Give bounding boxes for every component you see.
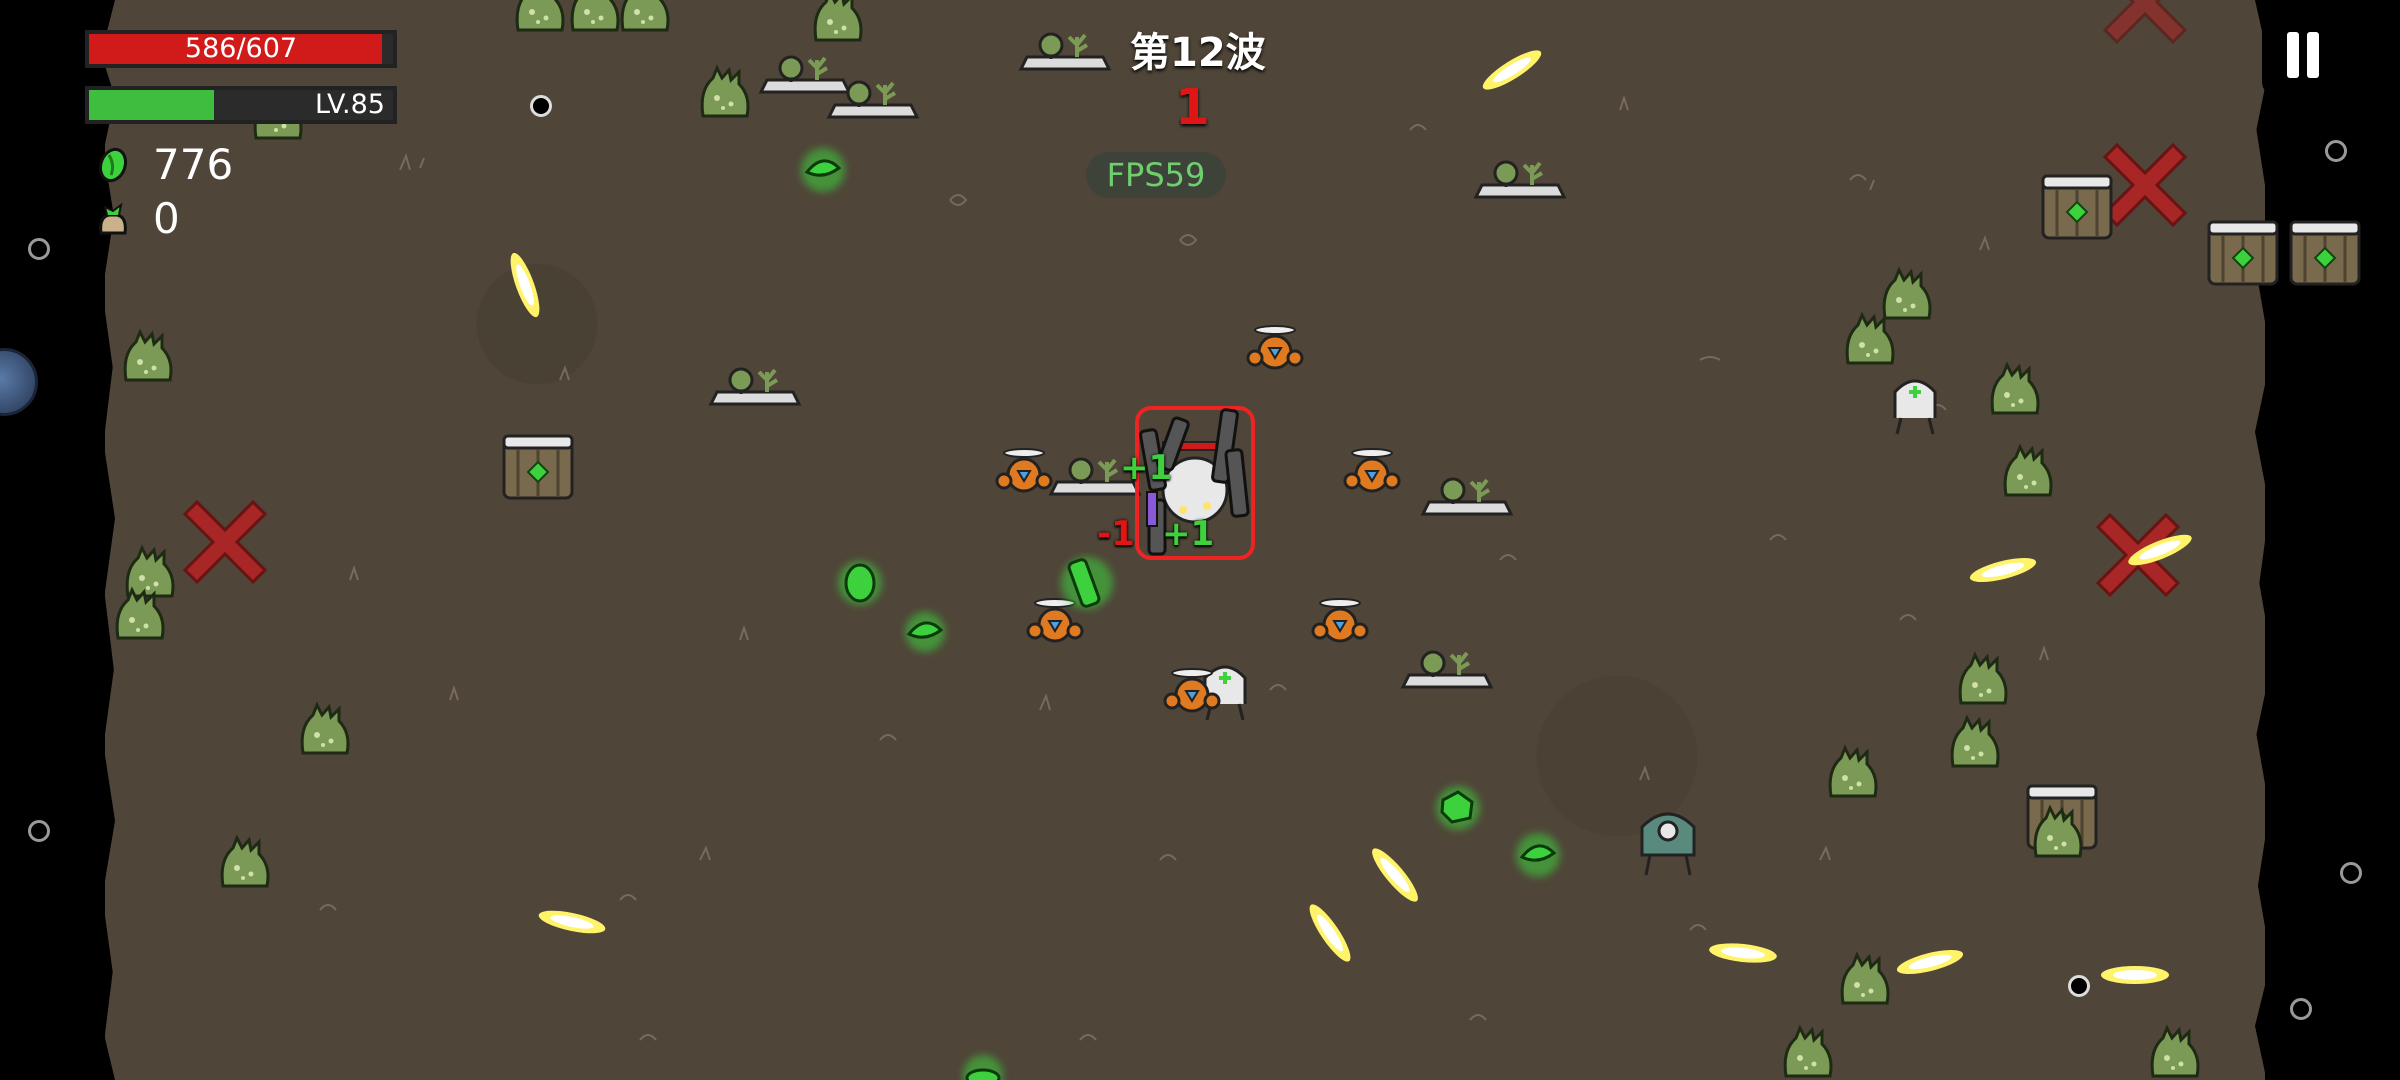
enemy-spore <box>2340 862 2362 884</box>
damage-number-heal: +1 <box>1120 448 1173 488</box>
enemy-spore <box>28 820 50 842</box>
enemy-spore <box>28 238 50 260</box>
enemy-spore <box>2068 975 2090 997</box>
ground-debris <box>319 94 2049 1041</box>
health-text: 586/607 <box>184 33 298 64</box>
loot-bag-icon <box>99 202 127 234</box>
damage-number-heal: +1 <box>1162 514 1215 554</box>
pause-button[interactable] <box>2262 14 2344 96</box>
fps-counter: FPS59 <box>1086 152 1226 198</box>
experience-bar: LV.85 <box>85 86 397 124</box>
bag-counter: 0 <box>95 194 180 243</box>
material-counter: 776 <box>95 140 233 189</box>
health-bar: 586/607 <box>85 30 397 68</box>
projectiles <box>504 44 2195 984</box>
enemy-spore <box>2290 998 2312 1020</box>
pause-icon <box>2307 32 2319 78</box>
enemy-spore <box>530 95 552 117</box>
bag-count: 0 <box>153 194 180 243</box>
green-material-icon <box>98 147 128 182</box>
material-count: 776 <box>153 140 234 189</box>
pause-icon <box>2287 32 2299 78</box>
wave-timer: 1 <box>1175 78 1210 136</box>
wave-title: 第12波 <box>1130 30 1266 76</box>
level-text: LV.85 <box>314 89 385 120</box>
material-drops <box>801 148 1560 1080</box>
damage-number-hit: -1 <box>1097 514 1135 554</box>
enemy-spore <box>2325 140 2347 162</box>
